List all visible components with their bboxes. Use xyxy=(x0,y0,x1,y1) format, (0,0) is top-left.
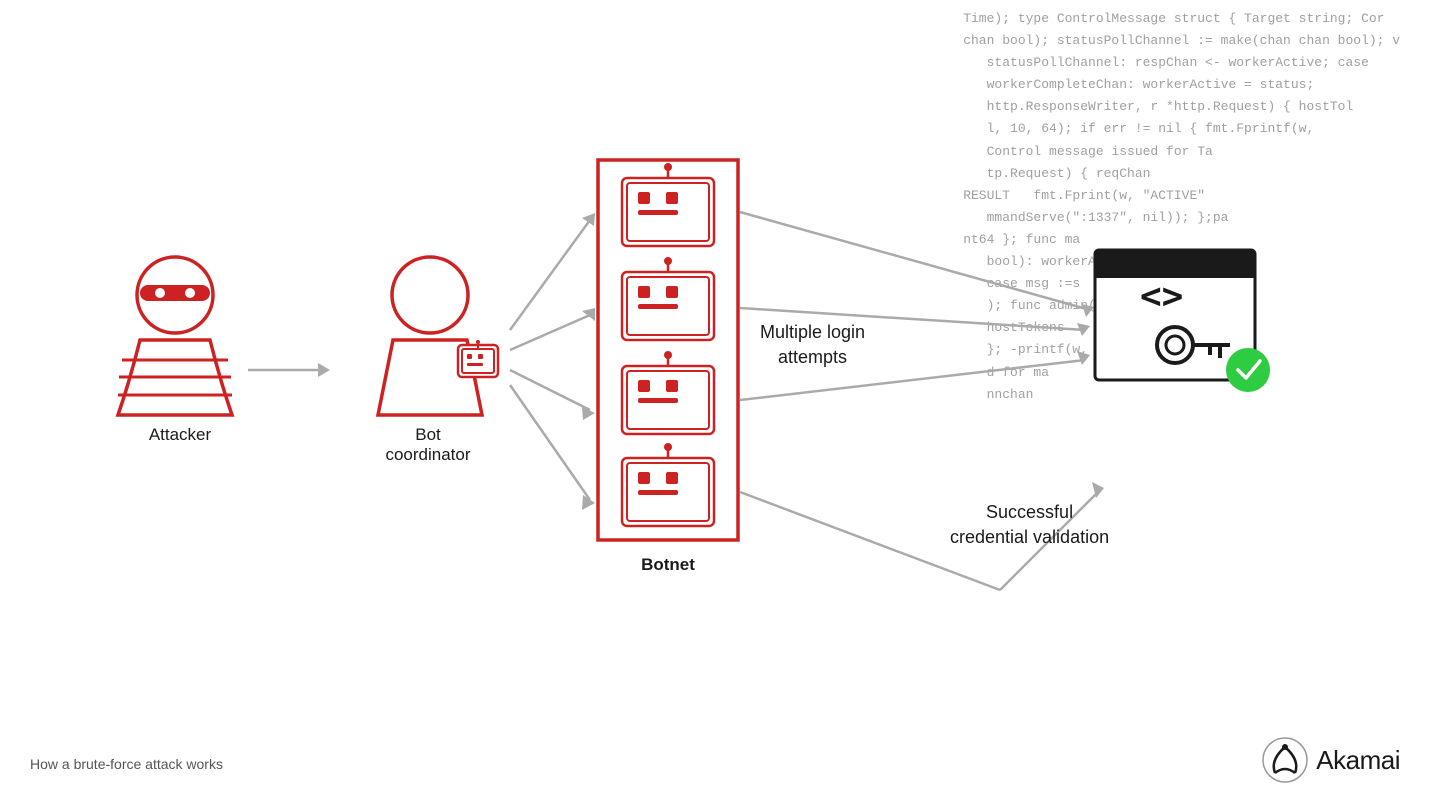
svg-text:<>: <> xyxy=(1140,276,1183,317)
code-background: Time); type ControlMessage struct { Targ… xyxy=(920,0,1440,540)
footer-label: How a brute-force attack works xyxy=(30,756,223,772)
credential-label: Successful credential validation xyxy=(950,500,1109,550)
akamai-text: Akamai xyxy=(1316,745,1400,776)
coordinator-label: Bot coordinator xyxy=(358,425,498,465)
diagram-svg: <> xyxy=(0,0,1440,810)
akamai-icon xyxy=(1260,735,1310,785)
login-attempts-label: Multiple login attempts xyxy=(760,320,865,370)
botnet-label: Botnet xyxy=(618,555,718,575)
attacker-label: Attacker xyxy=(120,425,240,445)
akamai-logo: Akamai xyxy=(1260,735,1400,785)
